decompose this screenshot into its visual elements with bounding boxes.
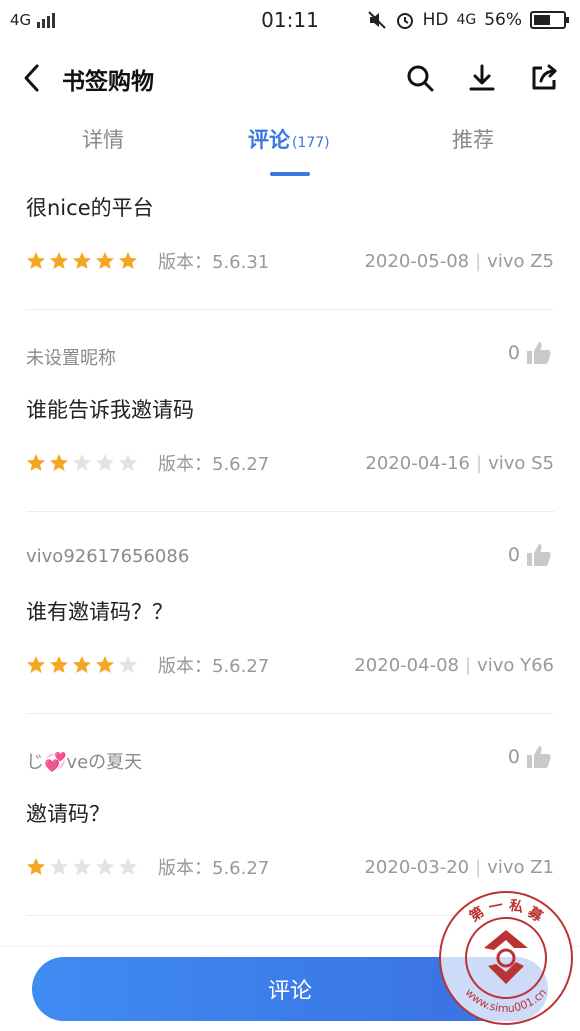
star-filled-icon	[73, 656, 91, 673]
review-meta: 版本：5.6.27 2020-04-16 | vivo S5	[26, 450, 554, 476]
star-filled-icon	[27, 858, 45, 875]
status-left: 4G	[10, 11, 56, 29]
review-version: 版本：5.6.27	[158, 858, 270, 879]
star-empty-icon	[119, 656, 137, 673]
review-item: 未设置昵称 0 谁能告诉我邀请码 版本：5.6.27 2020-04-16 | …	[26, 310, 554, 512]
tab-comments-label: 评论	[248, 128, 290, 152]
review-content: 谁有邀请码？？	[26, 600, 173, 624]
separator: |	[464, 654, 472, 676]
thumbs-up-icon	[527, 342, 551, 364]
star-empty-icon	[73, 858, 91, 875]
star-rating	[26, 453, 156, 473]
battery-percent: 56%	[484, 10, 522, 30]
tab-details[interactable]: 详情	[82, 124, 124, 154]
star-rating	[26, 655, 156, 675]
like-count: 0	[507, 342, 520, 364]
star-filled-icon	[27, 252, 45, 269]
review-content: 谁能告诉我邀请码	[26, 398, 194, 422]
star-empty-icon	[119, 454, 137, 471]
review-nickname: vivo92617656086	[26, 546, 190, 567]
like-button[interactable]: 0	[508, 542, 552, 568]
thumbs-up-icon	[527, 746, 551, 768]
back-arrow-icon	[24, 64, 39, 92]
review-date: 2020-03-20	[364, 856, 470, 878]
review-date: 2020-04-08	[354, 654, 459, 676]
review-list: 很nice的平台 版本：5.6.31 2020-05-08 | vivo Z5 …	[0, 180, 580, 916]
star-filled-icon	[27, 656, 45, 673]
active-tab-indicator	[270, 172, 310, 176]
separator: |	[475, 856, 482, 878]
star-empty-icon	[119, 858, 137, 875]
review-date-device: 2020-04-08 | vivo Y66	[354, 655, 554, 676]
app-header: 书签购物	[0, 48, 580, 108]
review-device: vivo S5	[488, 452, 554, 474]
review-device: vivo Z5	[487, 250, 554, 272]
review-version: 版本：5.6.27	[158, 454, 270, 475]
star-rating	[26, 857, 156, 877]
review-meta: 版本：5.6.27 2020-04-08 | vivo Y66	[26, 652, 554, 678]
tab-bar: 详情 评论 (177) 推荐	[0, 116, 580, 178]
separator: |	[475, 250, 482, 272]
review-date-device: 2020-03-20 | vivo Z1	[364, 857, 554, 878]
thumbs-up-icon	[527, 544, 551, 566]
share-button[interactable]	[524, 58, 564, 98]
review-date: 2020-04-16	[365, 452, 470, 474]
review-version: 版本：5.6.31	[158, 252, 270, 273]
search-icon	[407, 65, 434, 92]
review-item: 很nice的平台 版本：5.6.31 2020-05-08 | vivo Z5	[26, 180, 554, 310]
star-empty-icon	[96, 858, 114, 875]
star-filled-icon	[96, 656, 114, 673]
review-content: 邀请码？	[26, 802, 110, 826]
back-button[interactable]	[14, 58, 50, 98]
star-filled-icon	[50, 656, 68, 673]
page-title: 书签购物	[62, 69, 154, 95]
star-empty-icon	[96, 454, 114, 471]
review-date-device: 2020-05-08 | vivo Z5	[364, 251, 554, 272]
review-version: 版本：5.6.27	[158, 656, 270, 677]
hd-label: HD	[422, 10, 449, 30]
search-button[interactable]	[400, 58, 440, 98]
star-filled-icon	[50, 252, 68, 269]
star-empty-icon	[50, 858, 68, 875]
review-nickname: じ💞veの夏天	[26, 752, 143, 773]
separator: |	[476, 452, 483, 474]
review-device: vivo Z1	[487, 856, 554, 878]
star-filled-icon	[50, 454, 68, 471]
review-meta: 版本：5.6.31 2020-05-08 | vivo Z5	[26, 248, 554, 274]
watermark-logo: 第 一 私 募 www.simu001.cn	[439, 891, 573, 1025]
like-count: 0	[507, 544, 520, 566]
review-item: vivo92617656086 0 谁有邀请码？？ 版本：5.6.27 2020…	[26, 512, 554, 714]
network2-label: 4G	[456, 12, 477, 28]
tab-recommend[interactable]: 推荐	[452, 124, 494, 154]
review-date: 2020-05-08	[364, 250, 470, 272]
download-button[interactable]	[462, 58, 502, 98]
review-content: 很nice的平台	[26, 196, 154, 220]
status-right: HD 4G 56%	[367, 10, 569, 30]
download-icon	[469, 64, 495, 91]
like-count: 0	[507, 746, 520, 768]
star-filled-icon	[73, 252, 91, 269]
alarm-icon	[396, 13, 413, 29]
like-button[interactable]: 0	[508, 340, 552, 366]
header-actions	[400, 58, 564, 98]
review-nickname: 未设置昵称	[26, 348, 116, 369]
review-date-device: 2020-04-16 | vivo S5	[365, 453, 554, 474]
network-label: 4G	[10, 11, 32, 29]
star-empty-icon	[73, 454, 91, 471]
signal-icon	[37, 12, 56, 28]
star-filled-icon	[96, 252, 114, 269]
review-device: vivo Y66	[477, 654, 554, 676]
review-item: じ💞veの夏天 0 邀请码？ 版本：5.6.27 2020-03-20 | vi…	[26, 714, 554, 916]
mute-icon	[367, 11, 386, 29]
tab-comments-count: (177)	[292, 135, 330, 151]
star-filled-icon	[27, 454, 45, 471]
battery-icon	[530, 11, 569, 29]
like-button[interactable]: 0	[508, 744, 552, 770]
star-filled-icon	[119, 252, 137, 269]
tab-comments[interactable]: 评论 (177)	[248, 124, 330, 154]
review-meta: 版本：5.6.27 2020-03-20 | vivo Z1	[26, 854, 554, 880]
star-rating	[26, 251, 156, 271]
status-bar: 4G 01:11 HD 4G 56%	[0, 0, 580, 40]
share-icon	[532, 64, 557, 90]
